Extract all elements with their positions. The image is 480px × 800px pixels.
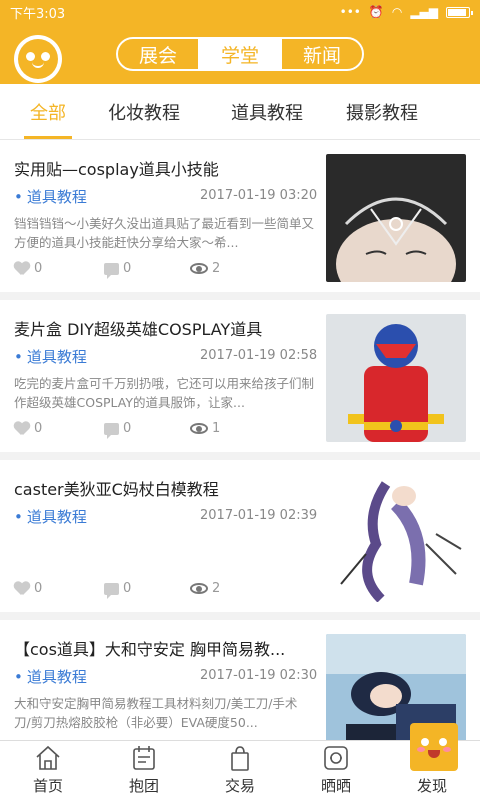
heart-icon[interactable] [14,582,30,596]
alarm-icon: ⏰ [368,5,384,19]
like-count: 0 [34,261,43,276]
segment-expo[interactable]: 展会 [118,39,200,69]
avatar[interactable] [14,35,62,83]
view-count: 2 [212,581,221,596]
article-card[interactable]: 实用贴—cosplay道具小技能 道具教程 2017-01-19 03:20 铛… [0,140,480,292]
comment-count: 0 [123,261,132,276]
comment-count: 0 [123,421,132,436]
view-icon [190,583,208,594]
segment-school[interactable]: 学堂 [200,39,282,69]
battery-icon [446,6,473,18]
article-desc: 大和守安定胸甲简易教程工具材料刻刀/美工刀/手术刀/剪刀热熔胶胶枪（非必要）EV… [14,696,298,730]
nav-discover[interactable]: 发现 [384,723,480,800]
article-feed: 实用贴—cosplay道具小技能 道具教程 2017-01-19 03:20 铛… [0,140,480,740]
article-desc [14,534,314,574]
article-time: 2017-01-19 03:20 [200,188,318,203]
article-time: 2017-01-19 02:58 [200,348,318,363]
nav-discover-label: 发现 [416,777,447,795]
tab-photo[interactable]: 摄影教程 [342,84,422,139]
tab-props[interactable]: 道具教程 [192,84,342,139]
view-count: 2 [212,261,221,276]
mascot-face-icon [18,39,58,79]
article-meta: 0 0 2 [14,581,314,599]
view-count: 1 [212,421,221,436]
camera-icon [324,746,348,770]
comment-icon[interactable] [104,422,119,439]
app-bar: 展会 学堂 新闻 [0,24,480,84]
bottom-nav: 首页 抱团 交易 晒晒 发现 [0,723,480,800]
nav-home-label: 首页 [32,777,63,795]
comment-icon[interactable] [104,262,119,279]
article-card[interactable]: caster美狄亚C妈杖白模教程 道具教程 2017-01-19 02:39 0… [0,460,480,612]
nav-trade[interactable]: 交易 [192,741,288,800]
article-thumbnail[interactable] [326,314,466,442]
heart-icon[interactable] [14,422,30,436]
view-icon [190,263,208,274]
status-bar: 下午3:03 ••• ⏰ ◠ ▂▄▆ [0,0,480,24]
nav-home[interactable]: 首页 [0,741,96,800]
article-title: 麦片盒 DIY超级英雄COSPLAY道具 [14,320,263,339]
article-thumbnail[interactable] [326,154,466,282]
tab-all[interactable]: 全部 [0,84,96,139]
mascot-icon [410,723,458,771]
article-title: caster美狄亚C妈杖白模教程 [14,480,219,499]
status-time: 下午3:03 [10,6,66,22]
article-time: 2017-01-19 02:39 [200,508,318,523]
article-meta: 0 0 1 [14,421,314,439]
cell-signal-icon: ▂▄▆ [410,5,438,19]
like-count: 0 [34,581,43,596]
article-category[interactable]: 道具教程 [14,506,87,527]
comment-icon[interactable] [104,582,119,599]
nav-show-label: 晒晒 [320,777,351,795]
bag-icon [231,746,249,771]
article-thumbnail[interactable] [326,474,466,602]
article-card[interactable]: 麦片盒 DIY超级英雄COSPLAY道具 道具教程 2017-01-19 02:… [0,300,480,452]
nav-show[interactable]: 晒晒 [288,741,384,800]
comment-count: 0 [123,581,132,596]
article-title: 实用贴—cosplay道具小技能 [14,160,219,179]
heart-icon[interactable] [14,262,30,276]
article-desc: 铛铛铛铛～小美好久没出道具贴了最近看到一些简单又方便的道具小技能赶快分享给大家～… [14,216,314,250]
article-category[interactable]: 道具教程 [14,346,87,367]
article-card[interactable]: 【cos道具】大和守安定 胸甲简易教... 道具教程 2017-01-19 02… [0,620,480,740]
article-title: 【cos道具】大和守安定 胸甲简易教... [14,640,286,659]
nav-group[interactable]: 抱团 [96,741,192,800]
nav-trade-label: 交易 [224,777,255,795]
signal-dots-icon: ••• [339,5,361,19]
article-category[interactable]: 道具教程 [14,666,87,687]
wifi-icon: ◠ [391,5,403,19]
article-desc: 吃完的麦片盒可千万别扔哦，它还可以用来给孩子们制作超级英雄COSPLAY的道具服… [14,376,314,410]
calendar-icon [133,746,155,770]
segment-news[interactable]: 新闻 [282,39,362,69]
view-icon [190,423,208,434]
article-time: 2017-01-19 02:30 [200,668,318,683]
section-switcher: 展会 学堂 新闻 [116,37,364,71]
article-category[interactable]: 道具教程 [14,186,87,207]
like-count: 0 [34,421,43,436]
nav-group-label: 抱团 [128,777,159,795]
category-tabs: 全部 化妆教程 道具教程 摄影教程 [0,84,480,140]
home-icon [36,745,60,770]
tab-makeup[interactable]: 化妆教程 [96,84,192,139]
article-meta: 0 0 2 [14,261,314,279]
status-icons: ••• ⏰ ◠ ▂▄▆ [339,5,473,19]
